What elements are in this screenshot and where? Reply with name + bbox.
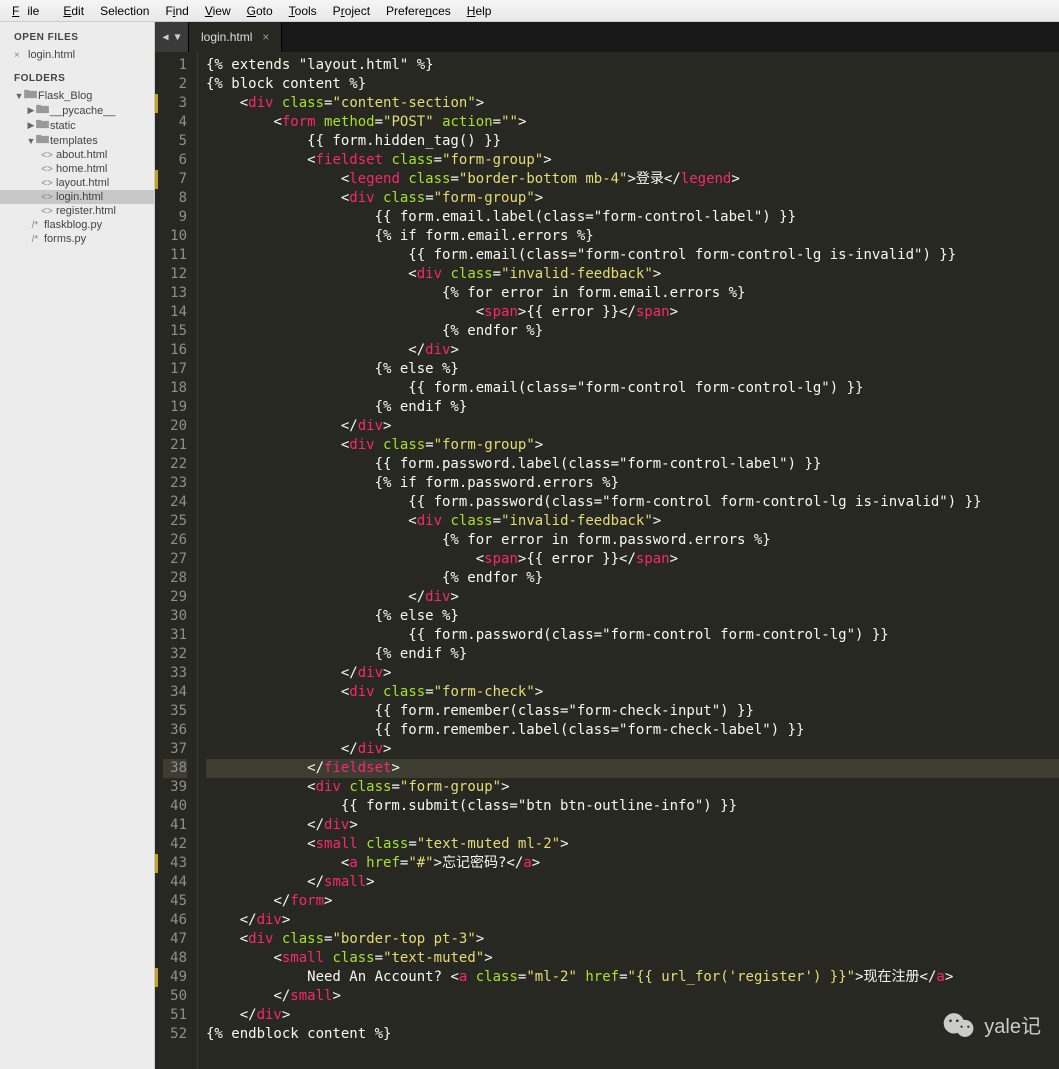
file-item[interactable]: /*forms.py (0, 232, 154, 246)
folder-icon (36, 119, 50, 132)
line-gutter[interactable]: 1234567891011121314151617181920212223242… (155, 52, 198, 1069)
chevron-down-icon: ▼ (14, 91, 24, 101)
file-icon: <> (38, 192, 56, 203)
tab-login[interactable]: login.html × (189, 22, 282, 52)
tab-bar: ◀ ▼ login.html × (155, 22, 1059, 52)
menu-file[interactable]: File (4, 2, 55, 20)
menu-tools[interactable]: Tools (281, 2, 325, 20)
file-icon: /* (26, 220, 44, 231)
file-icon: <> (38, 150, 56, 161)
folder-icon (36, 104, 50, 117)
chevron-right-icon: ▶ (26, 105, 36, 116)
folders-header: FOLDERS (0, 63, 154, 88)
open-file-name: login.html (28, 49, 75, 61)
folder-icon (36, 134, 50, 147)
close-file-icon[interactable]: × (14, 50, 24, 61)
file-item[interactable]: <>about.html (0, 148, 154, 162)
wechat-icon (942, 1011, 976, 1039)
folder-templates[interactable]: ▼ templates (0, 133, 154, 148)
file-item[interactable]: <>layout.html (0, 176, 154, 190)
menu-find[interactable]: Find (157, 2, 196, 20)
chevron-down-icon: ▼ (26, 136, 36, 146)
menu-selection[interactable]: Selection (92, 2, 157, 20)
tab-list-dropdown-icon[interactable]: ◀ ▼ (155, 22, 189, 52)
close-tab-icon[interactable]: × (262, 30, 269, 44)
menu-preferences[interactable]: Preferences (378, 2, 459, 20)
folder-root[interactable]: ▼ Flask_Blog (0, 88, 154, 103)
sidebar: OPEN FILES × login.html FOLDERS ▼ Flask_… (0, 22, 155, 1069)
file-icon: <> (38, 206, 56, 217)
open-files-header: OPEN FILES (0, 22, 154, 47)
file-icon: /* (26, 234, 44, 245)
folder-static[interactable]: ▶ static (0, 118, 154, 133)
chevron-right-icon: ▶ (26, 120, 36, 131)
code-area[interactable]: {% extends "layout.html" %}{% block cont… (198, 52, 1059, 1069)
folder-icon (24, 89, 38, 102)
menu-bar: File Edit Selection Find View Goto Tools… (0, 0, 1059, 22)
tab-title: login.html (201, 30, 252, 44)
menu-goto[interactable]: Goto (239, 2, 281, 20)
open-file-item[interactable]: × login.html (0, 47, 154, 63)
folder-pycache[interactable]: ▶ __pycache__ (0, 103, 154, 118)
file-item[interactable]: <>home.html (0, 162, 154, 176)
watermark: yale记 (942, 1010, 1041, 1039)
file-icon: <> (38, 164, 56, 175)
file-item[interactable]: <>login.html (0, 190, 154, 204)
editor: ◀ ▼ login.html × 12345678910111213141516… (155, 22, 1059, 1069)
watermark-text: yale记 (984, 1010, 1041, 1039)
file-icon: <> (38, 178, 56, 189)
menu-help[interactable]: Help (459, 2, 500, 20)
menu-view[interactable]: View (197, 2, 239, 20)
file-item[interactable]: <>register.html (0, 204, 154, 218)
menu-edit[interactable]: Edit (55, 2, 92, 20)
file-item[interactable]: /*flaskblog.py (0, 218, 154, 232)
menu-project[interactable]: Project (325, 2, 378, 20)
